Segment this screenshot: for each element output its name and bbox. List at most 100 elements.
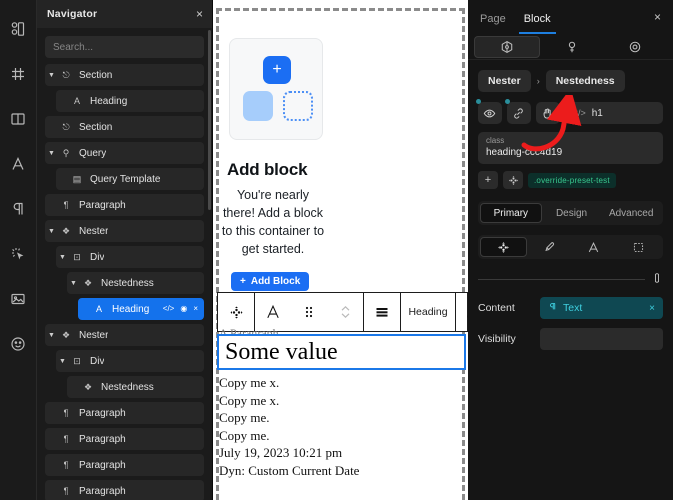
tree-node-query-template[interactable]: ▼▤Query Template — [56, 168, 204, 190]
tree-node-section[interactable]: ▼⎋Section — [45, 116, 204, 138]
chevron-down-icon[interactable]: ▼ — [45, 228, 58, 235]
tree-node-paragraph[interactable]: ▼¶Paragraph — [45, 428, 204, 450]
tree-node-label: Nester — [79, 329, 109, 341]
chevron-down-icon[interactable]: ▼ — [56, 358, 69, 365]
content-field-value[interactable]: Text × — [540, 297, 663, 319]
image-icon[interactable] — [7, 288, 29, 310]
eye-icon[interactable]: ◉ — [180, 305, 187, 313]
tree-node-nester[interactable]: ▼ ❖ Nester — [45, 324, 204, 346]
chevron-down-icon[interactable]: ▼ — [45, 332, 58, 339]
selected-heading-block[interactable]: Some value — [217, 334, 466, 370]
emoji-icon[interactable] — [7, 333, 29, 355]
brush-icon[interactable] — [527, 237, 572, 257]
typography-icon[interactable] — [7, 153, 29, 175]
layout-diamond-icon[interactable] — [480, 237, 527, 257]
tree-node-label: Nester — [79, 225, 109, 237]
link-icon[interactable] — [456, 293, 468, 331]
navigator-title: Navigator — [47, 8, 98, 20]
target-icon[interactable] — [603, 36, 667, 58]
html-tag-value: h1 — [591, 107, 603, 119]
code-icon: </> — [572, 108, 586, 118]
eye-icon[interactable] — [476, 99, 502, 124]
tree-node-nestedness[interactable]: ▼❖Nestedness — [67, 376, 204, 398]
spacing-box-icon[interactable] — [616, 237, 661, 257]
tree-node-label: Nestedness — [101, 277, 154, 289]
tab-advanced[interactable]: Advanced — [601, 203, 661, 223]
chevron-down-icon[interactable]: ▼ — [56, 254, 69, 261]
grid-icon[interactable] — [7, 63, 29, 85]
html-tag-field[interactable]: </> h1 — [564, 102, 663, 124]
chevron-down-icon[interactable]: ▼ — [45, 72, 58, 79]
tree-node-section[interactable]: ▼⎋Section — [45, 64, 204, 86]
tab-page[interactable]: Page — [480, 9, 506, 25]
tree-node-nestedness[interactable]: ▼❖Nestedness — [67, 272, 204, 294]
class-field-value: heading-ccc4d19 — [486, 147, 563, 158]
typography-a-icon[interactable] — [572, 237, 617, 257]
tab-block[interactable]: Block — [518, 9, 556, 34]
add-block-button-label: Add Block — [250, 276, 301, 287]
block-cube-icon[interactable] — [474, 35, 540, 58]
code-icon[interactable]: </> — [163, 305, 175, 313]
tree-node-label: Div — [90, 251, 105, 263]
link-icon[interactable] — [504, 99, 531, 124]
class-chips-row: + .override-preset-test — [478, 171, 663, 189]
content-field-row: Content Text × — [478, 297, 663, 319]
paragraph-icon: ¶ — [63, 434, 69, 444]
chevron-down-icon[interactable]: ▼ — [45, 150, 58, 157]
add-class-button[interactable]: + — [478, 171, 498, 189]
paragraph-icon: ¶ — [63, 408, 69, 418]
tab-primary[interactable]: Primary — [480, 203, 542, 223]
blocks-icon[interactable] — [7, 18, 29, 40]
inspector-icon-tabs — [468, 34, 673, 60]
breadcrumb-parent[interactable]: Nester — [478, 70, 531, 92]
tab-design[interactable]: Design — [542, 203, 602, 223]
tree-node-paragraph[interactable]: ▼¶Paragraph — [45, 480, 204, 500]
override-preset-chip[interactable]: .override-preset-test — [528, 172, 616, 188]
canvas-text-line: Copy me. — [219, 427, 270, 443]
breadcrumb-current[interactable]: Nestedness — [545, 70, 625, 92]
paragraph-icon: ¶ — [63, 486, 69, 496]
tree-node-nester[interactable]: ▼ ❖ Nester — [45, 220, 204, 242]
tree-node-div[interactable]: ▼ ⊡ Div — [56, 246, 204, 268]
updown-chevron-icon[interactable] — [327, 293, 363, 331]
canvas-preview: + Add block You're nearly there! Add a b… — [213, 0, 468, 500]
add-block-button[interactable]: + Add Block — [231, 272, 310, 291]
plus-icon: + — [240, 276, 246, 287]
class-field-label: class — [486, 136, 505, 145]
paragraph-icon[interactable] — [7, 198, 29, 220]
layout-columns-icon[interactable] — [7, 108, 29, 130]
tree-node-div[interactable]: ▼ ⊡ Div — [56, 350, 204, 372]
clear-content-icon[interactable]: × — [649, 303, 655, 314]
effects-icon[interactable] — [7, 243, 29, 265]
canvas-text-line: Dyn: Custom Current Date — [219, 462, 360, 478]
drag-dots-icon[interactable] — [291, 293, 327, 331]
tree-node-heading[interactable]: ▼AHeading</>◉× — [78, 298, 204, 320]
link-toggle-icon[interactable] — [651, 271, 663, 288]
close-icon[interactable]: × — [654, 10, 661, 24]
visibility-field-value[interactable] — [540, 328, 663, 350]
inspector-divider — [478, 271, 663, 288]
search-input[interactable] — [45, 36, 204, 58]
blocks-icon: ⎋ — [62, 121, 70, 132]
hand-icon[interactable] — [535, 102, 560, 124]
tree-node-label: Paragraph — [79, 407, 126, 419]
tree-node-paragraph[interactable]: ▼¶Paragraph — [45, 402, 204, 424]
class-field[interactable]: class heading-ccc4d19 — [478, 132, 663, 164]
navigator-panel: Navigator × ▼⎋Section▼AHeading▼⎋Section▼… — [37, 0, 213, 500]
inspector-segment-tabs: Primary Design Advanced — [478, 201, 663, 225]
heading-select[interactable]: Heading — [401, 293, 455, 331]
close-icon[interactable]: × — [193, 305, 198, 313]
pin-icon[interactable] — [540, 36, 604, 58]
preset-icon[interactable] — [503, 171, 523, 189]
selected-heading-text: Some value — [225, 338, 338, 365]
tree-node-paragraph[interactable]: ▼¶Paragraph — [45, 454, 204, 476]
app-root: Navigator × ▼⎋Section▼AHeading▼⎋Section▼… — [0, 0, 673, 500]
align-icon[interactable] — [364, 293, 400, 331]
tree-node-label: Paragraph — [79, 485, 126, 497]
close-icon[interactable]: × — [196, 8, 203, 20]
tree-node-paragraph[interactable]: ▼¶Paragraph — [45, 194, 204, 216]
tree-node-heading[interactable]: ▼AHeading — [56, 90, 204, 112]
navigator-scrollbar[interactable] — [208, 30, 211, 210]
chevron-down-icon[interactable]: ▼ — [67, 280, 80, 287]
tree-node-query[interactable]: ▼ ⚲ Query — [45, 142, 204, 164]
